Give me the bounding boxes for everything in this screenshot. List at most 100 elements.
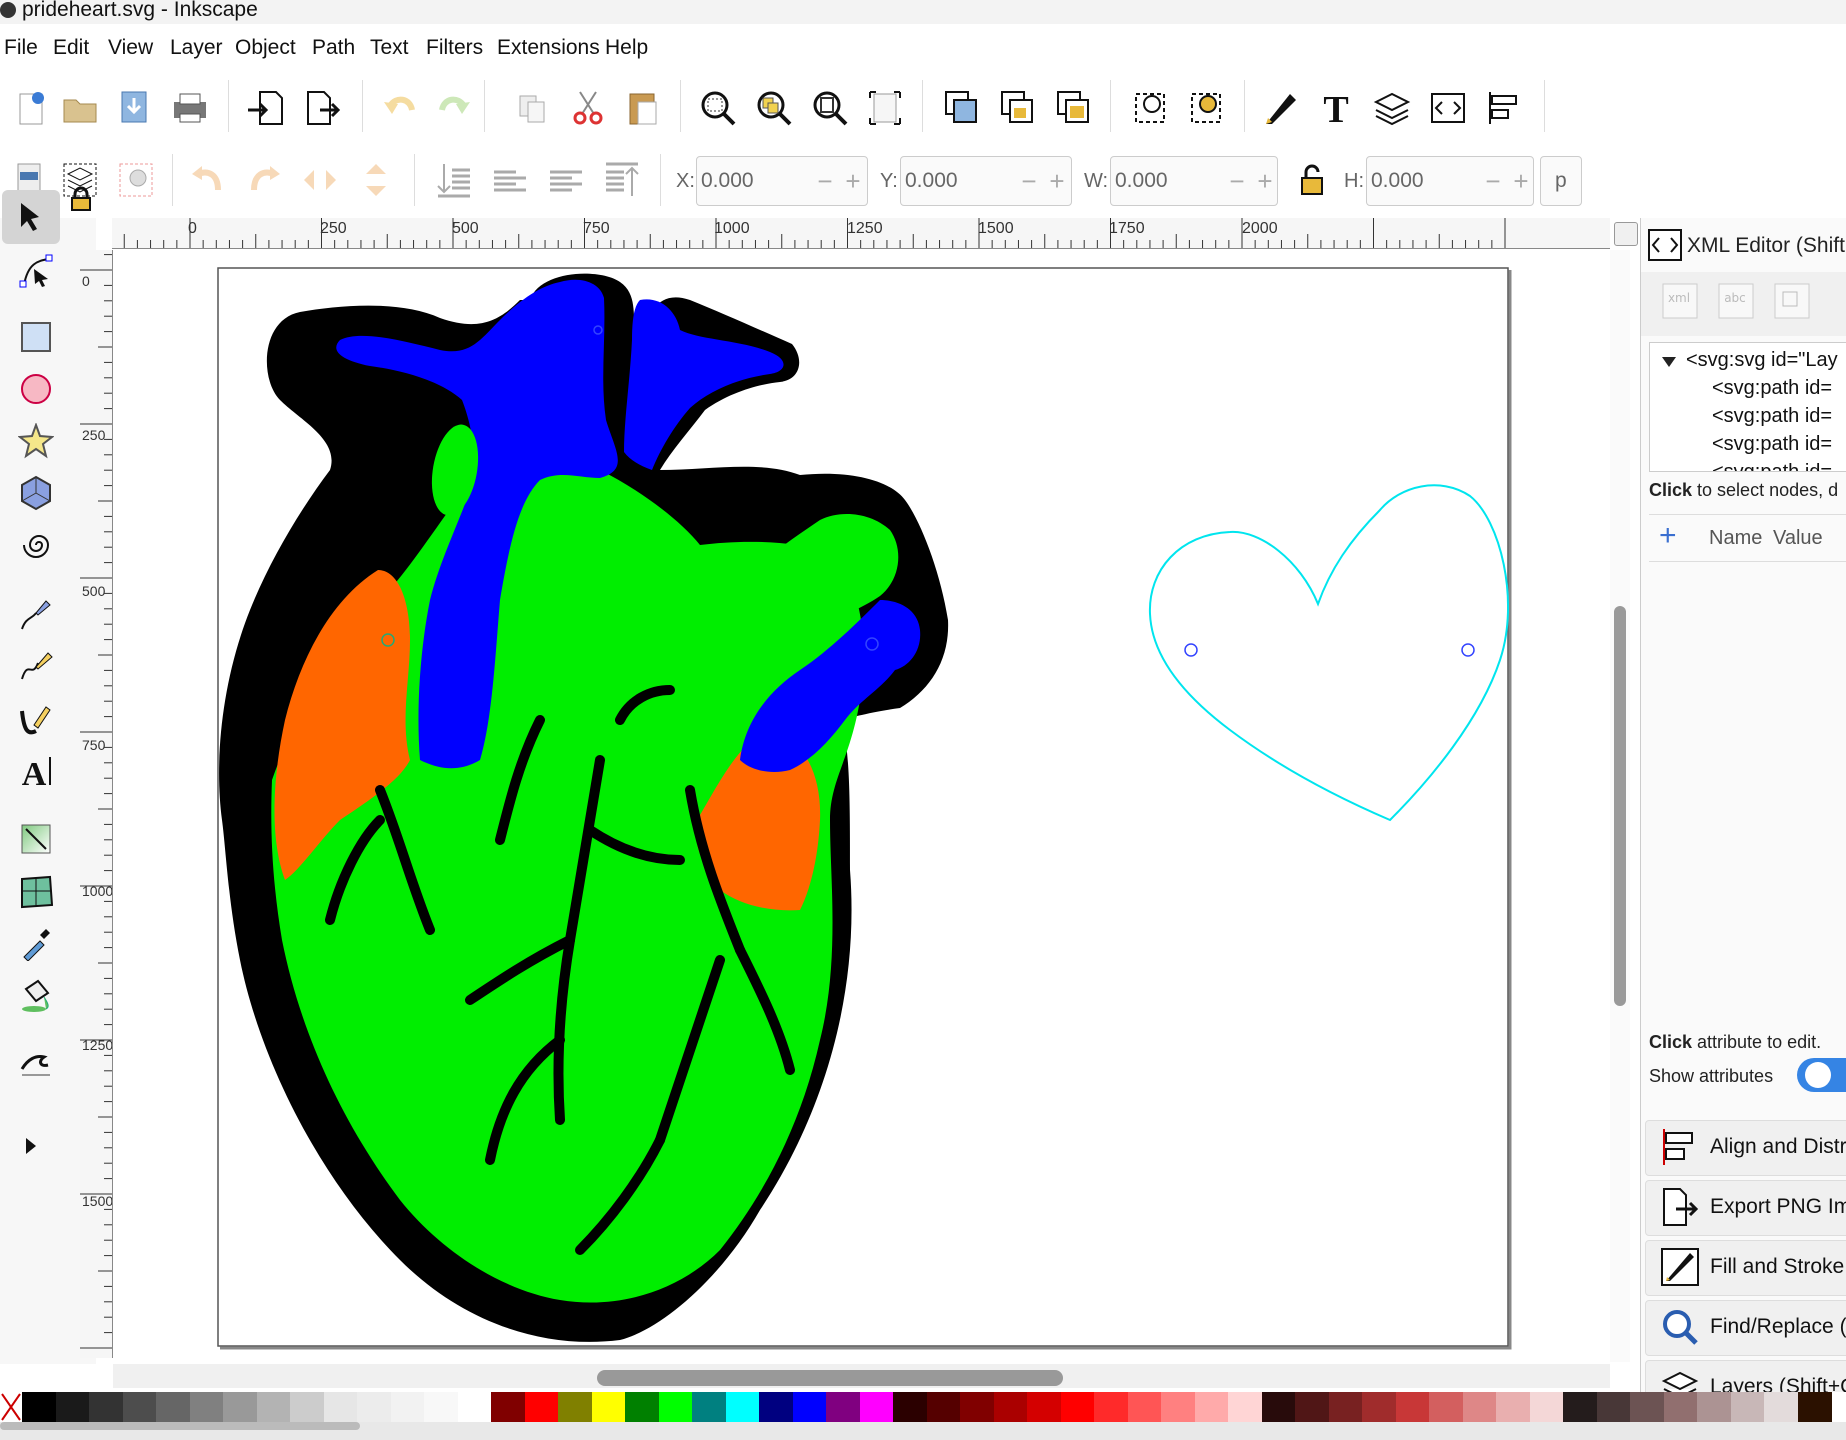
color-swatch[interactable] [759,1392,793,1422]
raise-icon[interactable] [538,152,594,208]
color-swatch[interactable] [223,1392,257,1422]
x-field[interactable]: 0.000 − + [696,156,868,206]
text-tool[interactable]: A [8,744,64,798]
color-swatch[interactable] [1362,1392,1396,1422]
dock-fill-stroke[interactable]: Fill and Stroke [1645,1240,1846,1296]
zoom-page-icon[interactable] [802,80,858,136]
h-decrement-button[interactable]: − [1479,165,1507,197]
color-swatch[interactable] [524,1392,559,1422]
horizontal-ruler[interactable]: 0 250 500 750 1000 1250 1500 1750 2000 [112,218,1610,249]
pen-tool[interactable] [8,588,64,642]
color-swatch[interactable] [1261,1392,1296,1422]
x-decrement-button[interactable]: − [811,165,839,197]
dock-export-png[interactable]: Export PNG Im [1645,1180,1846,1236]
color-swatch[interactable] [1563,1392,1597,1422]
clip-icon[interactable] [1122,80,1178,136]
mesh-tool[interactable] [8,864,64,918]
color-swatch[interactable] [558,1392,592,1422]
color-swatch[interactable] [1496,1392,1530,1422]
paste-icon[interactable] [614,80,670,136]
gradient-tool[interactable] [8,812,64,866]
color-swatch[interactable] [826,1392,860,1422]
color-swatch[interactable] [1127,1392,1162,1422]
color-swatch[interactable] [390,1392,425,1422]
no-paint-swatch[interactable] [0,1392,22,1422]
color-swatch[interactable] [1730,1392,1765,1422]
lower-to-bottom-icon[interactable] [426,152,482,208]
horizontal-scroll-thumb[interactable] [597,1370,1063,1386]
zoom-selection-icon[interactable] [690,80,746,136]
y-decrement-button[interactable]: − [1015,165,1043,197]
open-folder-icon[interactable] [52,80,108,136]
menu-edit[interactable]: Edit [53,36,89,60]
flip-vertical-icon[interactable] [348,152,404,208]
color-swatch[interactable] [993,1392,1028,1422]
color-swatch[interactable] [1060,1392,1095,1422]
new-element-node-icon[interactable]: xml [1657,278,1705,326]
color-swatch[interactable] [1697,1392,1731,1422]
new-document-icon[interactable] [0,80,56,136]
xml-node-tree[interactable]: <svg:svg id="Lay <svg:path id= <svg:path… [1649,342,1846,472]
color-swatch[interactable] [323,1392,358,1422]
align-icon[interactable] [1476,80,1532,136]
show-attributes-toggle[interactable] [1797,1058,1846,1092]
selector-tool[interactable] [2,190,60,244]
width-field[interactable]: 0.000 − + [1110,156,1278,206]
vertical-scrollbar[interactable] [1610,250,1630,1362]
color-swatch[interactable] [290,1392,324,1422]
menu-object[interactable]: Object [235,36,296,60]
color-swatch[interactable] [491,1392,525,1422]
color-swatch[interactable] [424,1392,458,1422]
color-swatch[interactable] [692,1392,726,1422]
mask-icon[interactable] [1178,80,1234,136]
color-swatch[interactable] [55,1392,90,1422]
color-swatch[interactable] [1529,1392,1564,1422]
color-swatch[interactable] [357,1392,391,1422]
color-swatch[interactable] [792,1392,827,1422]
zoom-fit-icon[interactable] [858,80,914,136]
color-swatch[interactable] [22,1392,56,1422]
color-swatch[interactable] [256,1392,291,1422]
xml-node-row[interactable]: <svg:path id= [1712,377,1832,400]
x-increment-button[interactable]: + [839,165,867,197]
xml-editor-header[interactable]: XML Editor (Shift+ [1641,224,1846,266]
menu-extensions[interactable]: Extensions [497,36,600,60]
color-swatch[interactable] [122,1392,157,1422]
xml-editor-icon[interactable] [1420,80,1476,136]
color-swatch[interactable] [926,1392,961,1422]
color-swatch[interactable] [156,1392,190,1422]
vertical-scroll-thumb[interactable] [1614,606,1626,1006]
horizontal-scrollbar[interactable] [113,1364,1610,1388]
color-swatch[interactable] [1328,1392,1363,1422]
color-swatch[interactable] [189,1392,224,1422]
menu-help[interactable]: Help [605,36,648,60]
menu-file[interactable]: File [4,36,38,60]
rotate-ccw-icon[interactable] [180,152,236,208]
zoom-drawing-icon[interactable] [746,80,802,136]
layers-icon[interactable] [1364,80,1420,136]
ruler-corner-button[interactable] [1614,222,1638,246]
menu-text[interactable]: Text [370,36,409,60]
y-field[interactable]: 0.000 − + [900,156,1072,206]
color-swatch[interactable] [658,1392,693,1422]
add-attribute-button[interactable]: + [1659,519,1677,553]
w-decrement-button[interactable]: − [1223,165,1251,197]
paint-bucket-tool[interactable] [8,968,64,1022]
deselect-icon[interactable] [108,152,164,208]
color-swatch[interactable] [893,1392,927,1422]
export-icon[interactable] [294,80,350,136]
color-swatch[interactable] [89,1392,123,1422]
save-icon[interactable] [106,80,162,136]
lock-group-icon[interactable] [990,80,1046,136]
3d-box-tool[interactable] [8,466,64,520]
color-swatch[interactable] [1161,1392,1195,1422]
color-swatch[interactable] [1462,1392,1497,1422]
y-increment-button[interactable]: + [1043,165,1071,197]
star-tool[interactable] [8,414,64,468]
xml-node-row[interactable]: <svg:path id= [1712,461,1832,471]
expand-toolbox-icon[interactable] [10,1126,50,1166]
cut-icon[interactable] [560,80,616,136]
color-swatch[interactable] [1797,1392,1832,1422]
print-icon[interactable] [162,80,218,136]
fill-stroke-icon[interactable] [1252,80,1308,136]
